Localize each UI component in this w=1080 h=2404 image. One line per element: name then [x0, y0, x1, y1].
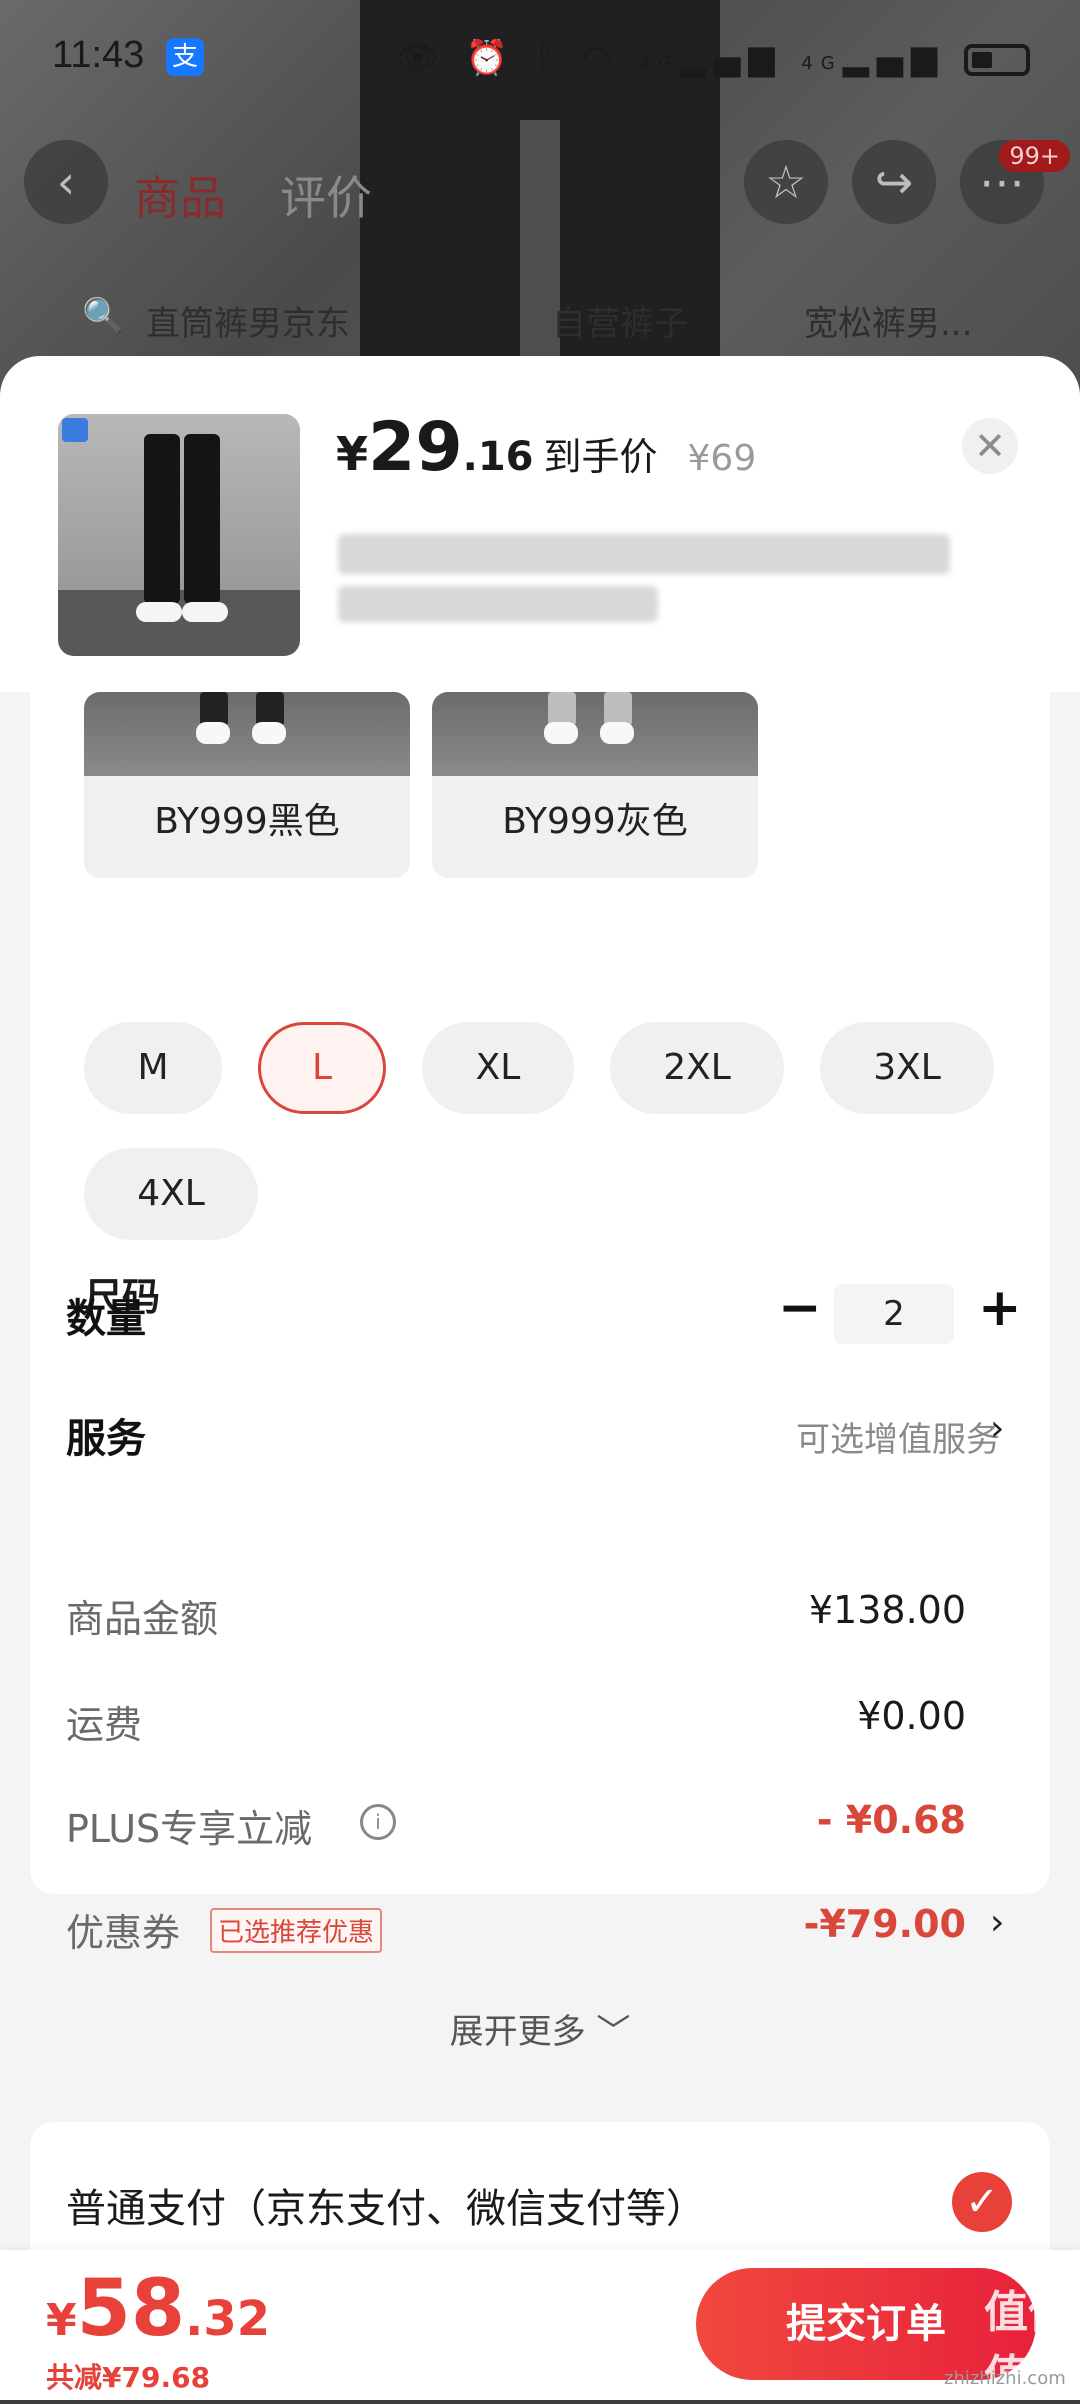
suggestion-item[interactable]: 宽松裤男...	[804, 296, 972, 345]
close-button[interactable]: ✕	[962, 418, 1018, 474]
quantity-label: 数量	[66, 1296, 146, 1342]
signal-4g-icon: 4G▂▄▆	[801, 38, 946, 78]
brand-logo	[62, 418, 88, 442]
search-suggestions: 🔍 直筒裤男京东 自营裤子 宽松裤男...	[0, 296, 1080, 356]
watermark-url: zhizhizhi.com	[944, 2368, 1066, 2389]
total-saved: 共减¥79.68	[46, 2361, 211, 2394]
size-option-l[interactable]: L	[258, 1022, 386, 1114]
leg	[604, 692, 632, 726]
plus-discount-value: - ¥0.68	[816, 1798, 966, 1842]
suggestion-item[interactable]: 自营裤子	[552, 296, 688, 345]
thumb-leg	[144, 434, 180, 604]
thumb-shoe	[182, 602, 228, 622]
shoe	[252, 722, 286, 744]
chevron-right-icon[interactable]: ›	[990, 1408, 1004, 1449]
size-option-xl[interactable]: XL	[422, 1022, 574, 1114]
suggestion-item[interactable]: 直筒裤男京东	[146, 296, 350, 345]
quantity-plus-button[interactable]: +	[978, 1278, 1022, 1338]
leg	[548, 692, 576, 726]
chevron-down-icon: ﹀	[596, 2012, 631, 2052]
service-label: 服务	[66, 1416, 146, 1462]
back-button[interactable]: ‹	[24, 140, 108, 224]
selected-check-icon[interactable]: ✓	[952, 2172, 1012, 2232]
chevron-left-icon: ‹	[56, 155, 76, 209]
battery-icon	[964, 43, 1030, 76]
expand-more-label: 展开更多	[449, 2012, 586, 2052]
size-option-m[interactable]: M	[84, 1022, 222, 1114]
size-option-4xl[interactable]: 4XL	[84, 1148, 258, 1240]
expand-more-button[interactable]: 展开更多 ﹀	[0, 2004, 1080, 2053]
thumb-shoe	[136, 602, 182, 622]
site-watermark: 值值值 zhizhizhi.com	[944, 2276, 1074, 2402]
close-icon: ✕	[974, 424, 1006, 468]
shoe	[196, 722, 230, 744]
color-option[interactable]: BY999灰色	[432, 692, 758, 878]
total-decimal: .32	[185, 2291, 271, 2347]
product-navbar: ‹ 商品 评价 ☆ ↪ ⋯ 99+	[0, 140, 1080, 240]
quantity-input[interactable]: 2	[834, 1284, 954, 1344]
coupon-label: 优惠券	[66, 1911, 181, 1955]
star-icon: ☆	[765, 155, 807, 209]
shipping-label: 运费	[66, 1703, 143, 1747]
leg	[200, 692, 228, 726]
signal-4g-icon: 4G▂▄▆	[638, 38, 783, 78]
alipay-icon: 支	[166, 38, 204, 76]
goods-amount-value: ¥138.00	[808, 1588, 966, 1632]
alarm-icon: ⏰	[465, 38, 517, 78]
chevron-right-icon[interactable]: ›	[990, 1902, 1004, 1943]
price-line: ¥29.16 到手价 ¥69	[336, 408, 757, 487]
thumb-leg	[184, 434, 220, 604]
size-option-3xl[interactable]: 3XL	[820, 1022, 994, 1114]
price-integer: 29	[368, 408, 463, 487]
share-button[interactable]: ↪	[852, 140, 936, 224]
price-tag: 到手价	[543, 435, 658, 479]
shipping-value: ¥0.00	[857, 1694, 966, 1738]
shoe	[544, 722, 578, 744]
coupon-tag: 已选推荐优惠	[210, 1908, 383, 1953]
product-thumbnail[interactable]	[58, 414, 300, 656]
bluetooth-icon: ᛒ	[534, 38, 564, 78]
color-option[interactable]: BY999黑色	[84, 692, 410, 878]
sku-selection-sheet: ¥29.16 到手价 ¥69 ✕ BY999黑色 BY999灰色 尺码 M L …	[0, 356, 1080, 2400]
quantity-minus-button[interactable]: −	[778, 1278, 822, 1338]
shoe	[600, 722, 634, 744]
payment-method-label: 普通支付（京东支付、微信支付等）	[66, 2186, 706, 2232]
status-time: 11:43	[52, 34, 145, 76]
wifi-icon: ◠	[582, 38, 620, 78]
eye-icon: 👁	[395, 38, 447, 78]
info-icon[interactable]: i	[360, 1804, 396, 1840]
price-currency: ¥	[336, 427, 369, 481]
tab-reviews[interactable]: 评价	[280, 162, 372, 228]
status-icons: 👁 ⏰ ᛒ ◠ 4G▂▄▆ 4G▂▄▆	[396, 38, 1030, 78]
sheet-header: ¥29.16 到手价 ¥69 ✕	[0, 356, 1080, 692]
service-hint[interactable]: 可选增值服务	[796, 1412, 1000, 1461]
goods-amount-label: 商品金额	[66, 1597, 219, 1641]
color-option-image	[432, 692, 758, 776]
tab-goods[interactable]: 商品	[134, 162, 226, 228]
color-option-image	[84, 692, 410, 776]
message-badge: 99+	[999, 140, 1070, 172]
leg	[256, 692, 284, 726]
favorite-button[interactable]: ☆	[744, 140, 828, 224]
search-icon: 🔍	[82, 296, 125, 336]
total-integer: 58	[76, 2264, 186, 2354]
plus-discount-label: PLUS专享立减	[66, 1807, 313, 1851]
coupon-value[interactable]: -¥79.00	[804, 1902, 966, 1946]
size-option-2xl[interactable]: 2XL	[610, 1022, 784, 1114]
price-decimal: .16	[462, 434, 534, 480]
total-price: ¥58.32	[46, 2264, 270, 2354]
status-bar: 11:43 支 👁 ⏰ ᛒ ◠ 4G▂▄▆ 4G▂▄▆	[0, 30, 1080, 90]
color-option-label: BY999黑色	[154, 801, 340, 842]
total-currency: ¥	[46, 2295, 77, 2346]
redacted-product-title	[338, 534, 950, 574]
share-icon: ↪	[874, 155, 914, 209]
original-price: ¥69	[687, 438, 757, 479]
redacted-product-subtitle	[338, 586, 658, 622]
color-option-label: BY999灰色	[502, 801, 688, 842]
